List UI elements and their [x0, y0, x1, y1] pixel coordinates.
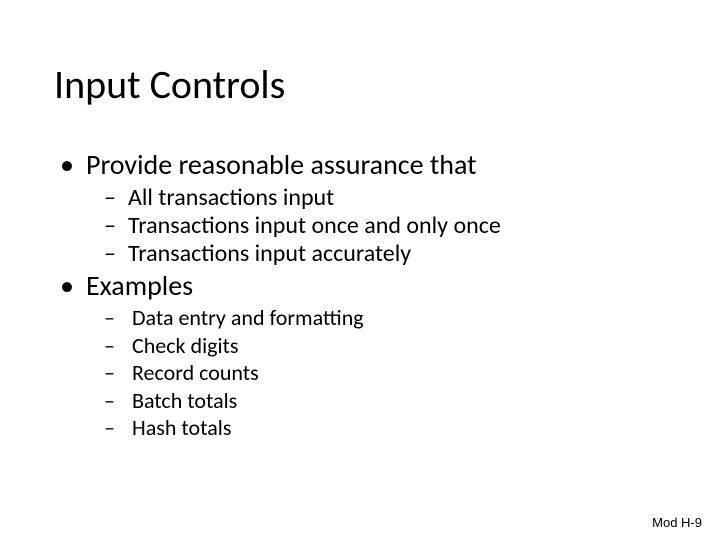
bullet-level2: All transactions input: [54, 184, 666, 212]
bullet-level2: Record counts: [54, 359, 666, 387]
bullet-level1: Provide reasonable assurance that: [54, 148, 666, 182]
bullet-level2: Data entry and formatting: [54, 304, 666, 332]
bullet-level2: Check digits: [54, 332, 666, 360]
slide-body: Provide reasonable assurance that All tr…: [54, 148, 666, 442]
slide-footer: Mod H-9: [652, 515, 702, 530]
bullet-level2: Hash totals: [54, 414, 666, 442]
bullet-level1: Examples: [54, 269, 666, 303]
slide-title: Input Controls: [54, 60, 285, 109]
bullet-level2: Transactions input once and only once: [54, 212, 666, 240]
bullet-level2: Batch totals: [54, 387, 666, 415]
bullet-level2: Transactions input accurately: [54, 240, 666, 268]
slide: Input Controls Provide reasonable assura…: [0, 0, 720, 540]
